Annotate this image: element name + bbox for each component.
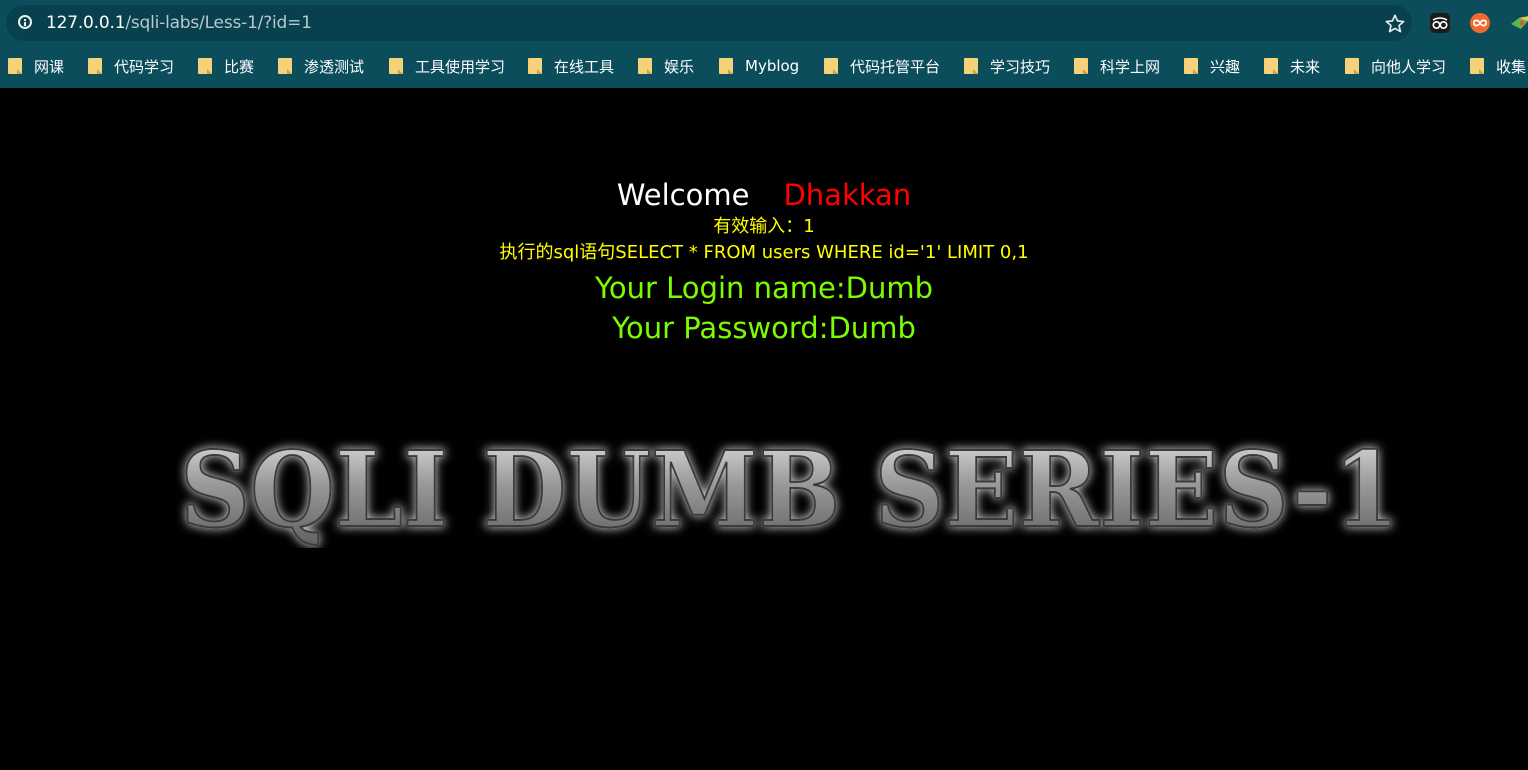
- bookmark-label: 代码学习: [114, 57, 175, 76]
- info-icon[interactable]: [18, 15, 32, 29]
- folder-icon: [719, 58, 733, 74]
- url-text[interactable]: 127.0.0.1/sqli-labs/Less-1/?id=1: [46, 13, 312, 33]
- bookmark-item[interactable]: 娱乐: [638, 55, 694, 77]
- bookmark-label: 在线工具: [554, 57, 615, 76]
- bookmark-item[interactable]: 代码托管平台: [824, 55, 940, 77]
- bookmark-label: 科学上网: [1100, 57, 1161, 76]
- url-host: 127.0.0.1: [46, 13, 126, 33]
- bookmark-item[interactable]: Myblog: [719, 55, 799, 77]
- bookmark-item[interactable]: 科学上网: [1074, 55, 1160, 77]
- bookmark-label: 渗透测试: [304, 57, 365, 76]
- bookmark-label: 工具使用学习: [415, 57, 506, 76]
- url-path: /sqli-labs/Less-1/?id=1: [125, 13, 312, 33]
- bookmark-item[interactable]: 比赛: [198, 55, 254, 77]
- bookmark-label: 网课: [34, 57, 65, 76]
- login-name-text: Your Login name:Dumb: [595, 271, 933, 305]
- star-icon[interactable]: [1384, 13, 1406, 35]
- folder-icon: [1184, 58, 1198, 74]
- folder-icon: [964, 58, 978, 74]
- bookmark-item[interactable]: 向他人学习: [1345, 55, 1446, 77]
- bookmark-item[interactable]: 兴趣: [1184, 55, 1240, 77]
- bookmark-label: 向他人学习: [1371, 57, 1447, 76]
- bookmark-label: 兴趣: [1210, 57, 1241, 76]
- bookmark-label: 收集: [1496, 57, 1527, 76]
- folder-icon: [638, 58, 652, 74]
- series-banner: SQLI DUMB SERIES-1: [179, 427, 1401, 548]
- folder-icon: [278, 58, 292, 74]
- welcome-text: Welcome: [616, 178, 750, 212]
- bookmark-item[interactable]: 未来: [1264, 55, 1320, 77]
- folder-icon: [1264, 58, 1278, 74]
- bookmark-label: 比赛: [224, 57, 255, 76]
- folder-icon: [8, 58, 22, 74]
- sql-statement-text: 执行的sql语句SELECT * FROM users WHERE id='1'…: [499, 242, 1029, 263]
- bookmark-item[interactable]: 渗透测试: [278, 55, 364, 77]
- extension-icon[interactable]: [1429, 12, 1451, 34]
- page-content: Welcome Dhakkan 有效输入：1 执行的sql语句SELECT * F…: [0, 88, 1528, 770]
- folder-icon: [528, 58, 542, 74]
- bookmark-label: 娱乐: [664, 57, 695, 76]
- extension-icon[interactable]: [1509, 12, 1528, 34]
- bookmark-item[interactable]: 在线工具: [528, 55, 614, 77]
- address-bar-row: 127.0.0.1/sqli-labs/Less-1/?id=1: [0, 0, 1528, 46]
- bookmarks-bar: 网课 代码学习 比赛 渗透测试 工具使用学习 在线工具 娱乐 Myblog 代码…: [0, 46, 1528, 86]
- extension-icon[interactable]: [1469, 12, 1491, 34]
- bookmark-item[interactable]: 工具使用学习: [389, 55, 505, 77]
- folder-icon: [88, 58, 102, 74]
- bookmark-item[interactable]: 代码学习: [88, 55, 174, 77]
- bookmark-label: Myblog: [745, 57, 800, 75]
- bookmark-label: 未来: [1290, 57, 1321, 76]
- bookmark-item[interactable]: 收集: [1470, 55, 1526, 77]
- address-bar[interactable]: 127.0.0.1/sqli-labs/Less-1/?id=1: [6, 5, 1412, 41]
- folder-icon: [824, 58, 838, 74]
- folder-icon: [198, 58, 212, 74]
- bookmark-label: 代码托管平台: [850, 57, 941, 76]
- welcome-username: Dhakkan: [783, 178, 912, 212]
- bookmark-item[interactable]: 网课: [8, 55, 64, 77]
- welcome-line: Welcome Dhakkan: [0, 177, 1528, 213]
- bookmark-item[interactable]: 学习技巧: [964, 55, 1050, 77]
- bookmark-label: 学习技巧: [990, 57, 1051, 76]
- valid-input-text: 有效输入：1: [713, 216, 815, 237]
- folder-icon: [1074, 58, 1088, 74]
- browser-chrome: 127.0.0.1/sqli-labs/Less-1/?id=1 网课 代码学习…: [0, 0, 1528, 88]
- folder-icon: [1345, 58, 1359, 74]
- folder-icon: [389, 58, 403, 74]
- series-banner-text: SQLI DUMB SERIES-1: [180, 428, 1400, 548]
- password-text: Your Password:Dumb: [612, 311, 916, 345]
- folder-icon: [1470, 58, 1484, 74]
